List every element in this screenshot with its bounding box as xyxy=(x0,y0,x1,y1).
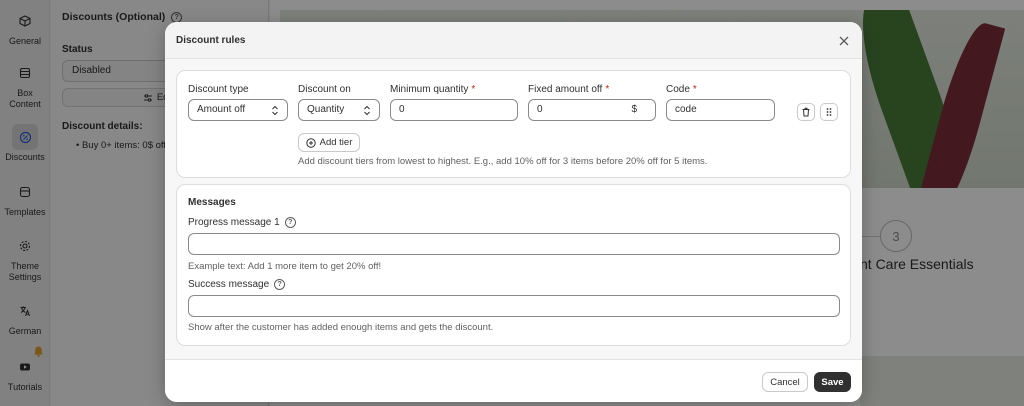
fixed-amount-text: Fixed amount off xyxy=(528,84,603,95)
progress-message-text: Progress message 1 xyxy=(188,217,280,228)
trash-icon xyxy=(802,107,810,117)
cancel-button[interactable]: Cancel xyxy=(762,372,808,392)
progress-message-label: Progress message 1 ? xyxy=(188,217,296,228)
drag-handle-icon xyxy=(826,108,832,116)
success-message-input[interactable] xyxy=(188,295,840,317)
success-message-label: Success message ? xyxy=(188,279,286,290)
close-icon xyxy=(839,36,848,45)
fixed-amount-value: 0 xyxy=(537,104,543,115)
modal-footer: Cancel Save xyxy=(165,359,862,402)
messages-card: Messages Progress message 1 ? Example te… xyxy=(176,184,851,346)
discount-type-label: Discount type xyxy=(188,84,249,95)
add-tier-label: Add tier xyxy=(319,137,353,148)
progress-message-hint: Example text: Add 1 more item to get 20%… xyxy=(188,261,382,272)
required-mark: * xyxy=(692,84,697,95)
drag-handle[interactable] xyxy=(820,103,838,121)
help-icon[interactable]: ? xyxy=(284,217,296,228)
discount-on-select[interactable]: Quantity xyxy=(298,99,380,121)
modal-header: Discount rules xyxy=(165,22,862,59)
discount-type-select[interactable]: Amount off xyxy=(188,99,288,121)
success-message-hint: Show after the customer has added enough… xyxy=(188,322,494,333)
delete-tier-button[interactable] xyxy=(797,103,815,121)
modal-title: Discount rules xyxy=(176,35,246,46)
plus-circle-icon xyxy=(305,137,316,148)
save-button[interactable]: Save xyxy=(814,372,851,392)
discount-rules-modal: Discount rules Discount type Amount off … xyxy=(165,22,862,402)
discount-type-value: Amount off xyxy=(197,104,246,115)
minimum-quantity-text: Minimum quantity xyxy=(390,84,469,95)
currency-suffix: $ xyxy=(631,104,637,115)
code-input[interactable]: code xyxy=(666,99,775,121)
code-text: Code xyxy=(666,84,690,95)
required-mark: * xyxy=(605,84,610,95)
minimum-quantity-label: Minimum quantity * xyxy=(390,84,475,95)
discount-tier-card: Discount type Amount off Discount on Qua… xyxy=(176,70,851,178)
progress-message-input[interactable] xyxy=(188,233,840,255)
discount-on-value: Quantity xyxy=(307,104,345,115)
chevron-up-down-icon xyxy=(364,105,370,116)
close-button[interactable] xyxy=(837,34,850,47)
add-tier-button[interactable]: Add tier xyxy=(298,133,360,152)
tier-help-text: Add discount tiers from lowest to highes… xyxy=(298,156,708,167)
code-label: Code * xyxy=(666,84,697,95)
chevron-up-down-icon xyxy=(272,105,278,116)
discount-on-label: Discount on xyxy=(298,84,351,95)
messages-title: Messages xyxy=(188,197,236,208)
required-mark: * xyxy=(471,84,476,95)
fixed-amount-label: Fixed amount off * xyxy=(528,84,609,95)
minimum-quantity-input[interactable]: 0 xyxy=(390,99,518,121)
help-icon[interactable]: ? xyxy=(274,279,286,290)
fixed-amount-input[interactable]: 0 $ xyxy=(528,99,656,121)
modal-body: Discount type Amount off Discount on Qua… xyxy=(165,59,862,359)
success-message-text: Success message xyxy=(188,279,270,290)
